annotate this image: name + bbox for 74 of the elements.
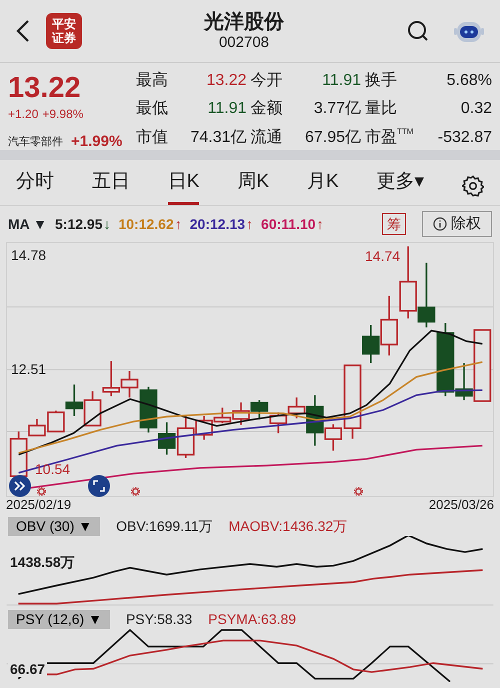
stat-label: 最低 — [136, 99, 168, 120]
stat-label: 流通 — [250, 128, 283, 148]
date-label: 2025/02/19 — [6, 497, 72, 513]
double-chevron-icon — [14, 481, 26, 491]
event-marker-icon[interactable] — [37, 487, 46, 496]
indicator-ma-value: PSYMA:63.89 — [208, 610, 296, 629]
tab[interactable]: 分时 — [16, 168, 54, 205]
low-price-label: 10.54 — [35, 461, 70, 477]
tab[interactable]: 日K — [168, 168, 200, 205]
stat-value: 11.91 — [206, 99, 247, 120]
ma-value: 5:12.95 — [55, 214, 102, 234]
indicator-axis-label: 66.67 — [8, 661, 48, 677]
indicator-selector[interactable]: OBV (30) ▼ — [8, 517, 100, 536]
info-icon — [433, 217, 447, 231]
event-marker-icon[interactable] — [131, 487, 140, 496]
ma-value: 60:11.10 — [261, 214, 316, 234]
stat-value: 5.68% — [446, 71, 492, 91]
change-percent: +9.98% — [42, 106, 84, 123]
trend-arrow: ↑ — [246, 214, 254, 234]
price-axis-label: 14.78 — [11, 247, 46, 263]
candle — [102, 361, 120, 396]
ma-value: 10:12.62 — [118, 214, 174, 234]
trend-arrow: ↓ — [103, 214, 110, 234]
trend-arrow: ↑ — [174, 214, 182, 234]
indicator-ma-value: MAOBV:1436.32万 — [228, 517, 348, 536]
ma-value: 20:12.13 — [190, 214, 246, 234]
sector-change: +1.99% — [71, 132, 122, 152]
candle — [158, 422, 176, 455]
fullscreen-button[interactable] — [88, 475, 110, 497]
stat-value: 67.95亿 — [304, 128, 362, 148]
stat-label: 市值 — [136, 128, 168, 148]
stat-value: 0.32 — [460, 99, 492, 120]
candle — [269, 412, 288, 434]
stat-value: -532.87 — [436, 128, 492, 148]
price-axis-label: 12.51 — [11, 361, 46, 377]
tab[interactable]: 周K — [237, 168, 270, 205]
stat-value: 13.22 — [205, 71, 247, 91]
stat-value: 3.77亿 — [312, 99, 362, 120]
indicator-value: PSY:58.33 — [126, 610, 192, 629]
date-label: 2025/03/26 — [428, 497, 494, 513]
stat-label: 今开 — [250, 71, 283, 91]
stat-value: 74.31亿 — [189, 128, 247, 148]
stat-value: 11.91 — [321, 71, 362, 91]
indicator-value: OBV:1699.11万 — [116, 517, 213, 536]
chip-button[interactable]: 筹 — [382, 213, 406, 235]
tab[interactable]: 月K — [306, 168, 339, 205]
ma-selector[interactable]: MA ▼ — [8, 214, 47, 234]
sector-name: 汽车零部件 — [8, 134, 63, 150]
tab[interactable]: 更多▾ — [376, 168, 424, 205]
back-icon[interactable] — [16, 19, 30, 43]
stat-label: 量比 — [365, 99, 398, 120]
event-marker-icon[interactable] — [354, 487, 363, 496]
candle — [250, 400, 268, 420]
settings-icon[interactable] — [462, 175, 484, 197]
last-price: 13.22 — [8, 71, 82, 105]
price-change: +1.20 — [8, 106, 38, 123]
candle — [84, 391, 102, 426]
stat-label: 最高 — [136, 71, 168, 91]
stat-label: 换手 — [365, 71, 398, 91]
stock-name: 光洋股份 — [204, 10, 284, 34]
high-price-label: 14.74 — [365, 248, 400, 264]
logo: 平安 证券 — [46, 13, 82, 49]
stat-label: 金额 — [250, 99, 283, 120]
stat-label: 市盈$^{TTM}$ — [365, 128, 414, 148]
collapse-button[interactable] — [9, 475, 31, 497]
indicator-axis-label: 1438.58万 — [8, 554, 77, 570]
adjust-button[interactable]: 除权 — [422, 211, 492, 237]
stock-code: 002708 — [218, 34, 270, 52]
indicator-selector[interactable]: PSY (12,6) ▼ — [8, 610, 110, 629]
corners-icon — [93, 480, 105, 492]
candle — [418, 262, 436, 328]
search-icon[interactable] — [406, 19, 430, 43]
trend-arrow: ↑ — [316, 214, 324, 234]
tab[interactable]: 五日 — [92, 168, 130, 205]
